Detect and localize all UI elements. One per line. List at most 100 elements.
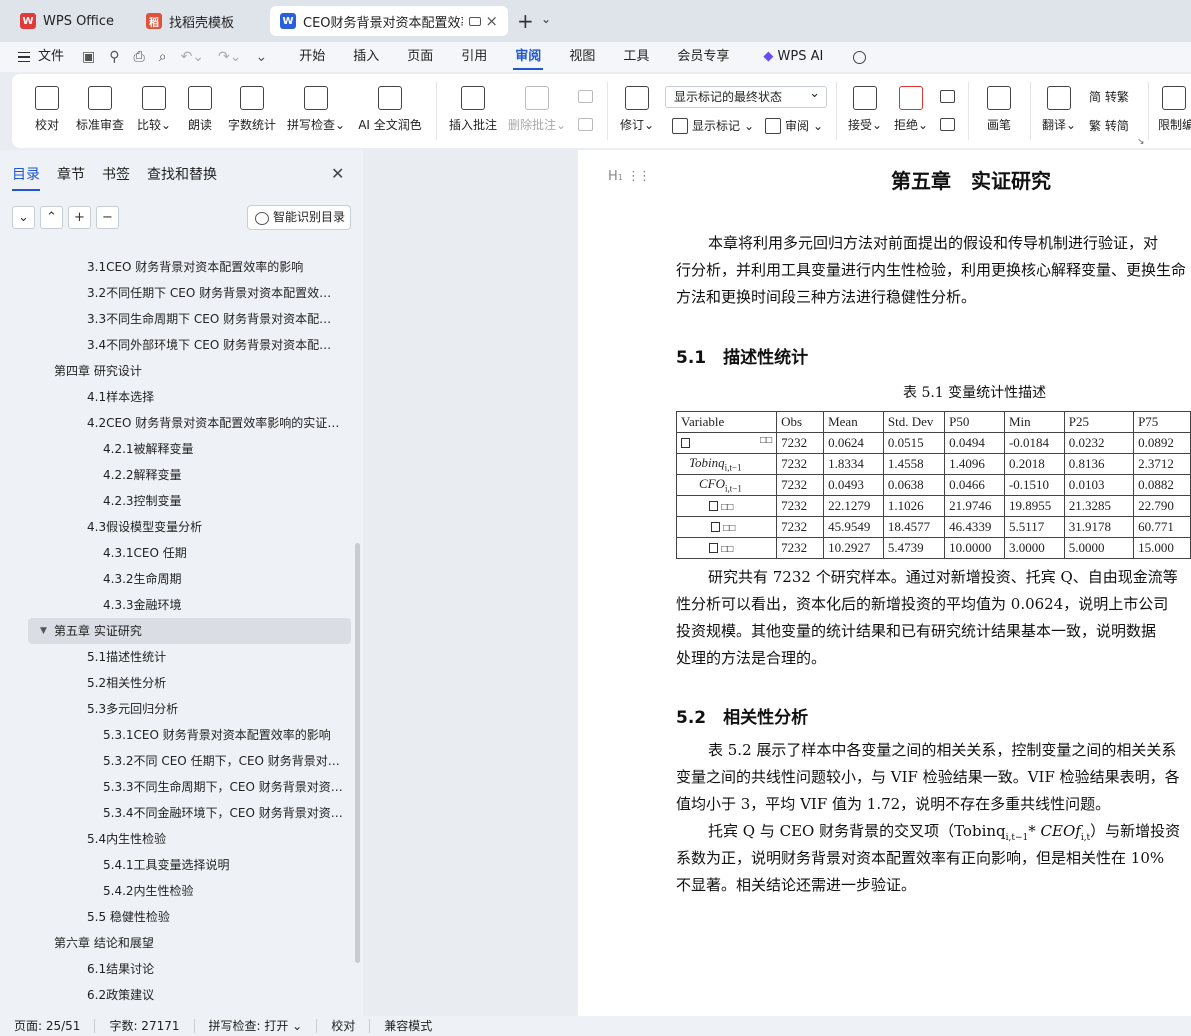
remove-heading-button[interactable]: − [96,206,119,229]
tab-toc[interactable]: 目录 [12,164,40,191]
menu-start[interactable]: 开始 [285,42,339,72]
toc-item[interactable]: ▼5.4内生性检验 [87,826,343,852]
tab-wps-office[interactable]: W WPS Office [10,6,128,36]
proofread-button[interactable]: 校对 [30,86,64,133]
toc-item[interactable]: 5.3.2不同 CEO 任期下，CEO 财务背景对资本配置效率的影响 [103,748,343,774]
expand-up-button[interactable]: ⌃ [40,206,63,229]
tab-document[interactable]: W CEO财务背景对资本配置效率 × [270,6,508,36]
toc-item[interactable]: 4.1样本选择 [87,384,343,410]
toc-item[interactable]: 5.4.2内生性检验 [103,878,343,904]
toc-item[interactable]: ▼ 第五章 实证研究 [28,618,351,644]
standard-review-button[interactable]: 标准审查 [74,86,126,133]
save-icon[interactable]: ▣ [82,49,95,65]
undo-icon[interactable]: ↶⌄ [181,49,204,65]
next-comment-icon[interactable] [578,118,593,131]
search-icon[interactable] [853,50,867,64]
word-count-button[interactable]: 字数统计 [226,86,278,133]
to-traditional-button[interactable]: 简 转繁 [1089,88,1129,105]
menu-review[interactable]: 审阅 [501,42,555,72]
tab-find-replace[interactable]: 查找和替换 [147,164,217,184]
more-chevron-icon[interactable]: ⌄ [256,49,268,65]
toc-item[interactable]: 5.5 稳健性检验 [87,904,343,930]
show-marks-button[interactable]: 显示标记 ⌄ [672,117,754,134]
proofread-indicator[interactable]: 校对 [317,1019,371,1033]
toc-item[interactable]: 3.4不同外部环境下 CEO 财务背景对资本配置效率的影响 [87,332,343,358]
reject-button[interactable]: 拒绝⌄ [892,86,930,133]
page-indicator[interactable]: 页面: 25/51 [0,1019,96,1033]
menu-page[interactable]: 页面 [393,42,447,72]
tab-list-chevron-icon[interactable]: ⌄ [541,12,551,26]
add-heading-button[interactable]: + [68,206,91,229]
spell-check-button[interactable]: 拼写检查⌄ [286,86,346,133]
toc-item[interactable]: ▼第六章 结论和展望 [54,930,343,956]
toc-item[interactable]: 4.2.3控制变量 [103,488,343,514]
previous-change-icon[interactable] [940,90,955,103]
table-cell: 2.3712 [1133,453,1191,475]
toc-item[interactable]: ▼第四章 研究设计 [54,358,343,384]
tab-chapters[interactable]: 章节 [57,164,85,184]
expand-arrow-icon[interactable]: ▼ [40,618,47,644]
toc-item[interactable]: ▼4.2CEO 财务背景对资本配置效率影响的实证模型 [87,410,343,436]
insert-comment-button[interactable]: 插入批注 [446,86,500,133]
review-pane-button[interactable]: 审阅 ⌄ [765,117,823,134]
heading-format-icon[interactable]: H1 ⋮⋮ [608,169,651,184]
toc-scrollbar[interactable] [355,543,360,963]
print-preview-icon[interactable]: ⌕ [159,49,167,65]
compare-button[interactable]: 比较⌄ [134,86,174,133]
toc-item[interactable]: 4.3.1CEO 任期 [103,540,343,566]
track-changes-button[interactable]: 修订⌄ [618,86,656,133]
close-pane-icon[interactable]: ✕ [331,164,344,183]
toc-item[interactable]: 5.3.3不同生命周期下，CEO 财务背景对资本配置效率的影响 [103,774,343,800]
menu-tools[interactable]: 工具 [609,42,663,72]
menu-insert[interactable]: 插入 [339,42,393,72]
close-tab-icon[interactable]: × [485,12,498,30]
toc-item[interactable]: 4.2.2解释变量 [103,462,343,488]
ai-polish-button[interactable]: AI 全文润色 [355,86,425,133]
collapse-all-button[interactable]: ⌄ [12,206,35,229]
restrict-editing-button[interactable]: 限制编 [1158,86,1191,133]
redo-icon[interactable]: ↷⌄ [218,49,241,65]
toc-item[interactable]: 4.3.3金融环境 [103,592,343,618]
toc-item[interactable]: ▼4.3假设模型变量分析 [87,514,343,540]
wps-ai-button[interactable]: ◆ WPS AI [749,42,837,72]
toc-item[interactable]: 5.3.4不同金融环境下，CEO 财务背景对资本配置效率的影响 [103,800,343,826]
display-mode-select[interactable]: 显示标记的最终状态 [665,84,827,108]
ribbon-expand-icon[interactable]: ↘ [1137,137,1145,147]
tab-bookmarks[interactable]: 书签 [102,164,130,184]
previous-comment-icon[interactable] [578,90,593,103]
toc-item[interactable]: ▼5.3多元回归分析 [87,696,343,722]
delete-comment-button[interactable]: 删除批注⌄ [506,86,568,133]
next-change-icon[interactable] [940,118,955,131]
word-count-indicator[interactable]: 字数: 27171 [95,1019,195,1033]
toc-item[interactable]: 3.3不同生命周期下 CEO 财务背景对资本配置效率的影响 [87,306,343,332]
new-tab-icon[interactable]: + [517,9,534,33]
hamburger-icon[interactable] [18,52,30,62]
toc-item[interactable]: 3.1CEO 财务背景对资本配置效率的影响 [87,254,343,280]
accept-button[interactable]: 接受⌄ [846,86,884,133]
to-simplified-button[interactable]: 繁 转简 [1089,117,1129,134]
show-marks-label: 显示标记 [692,119,741,133]
translate-button[interactable]: 翻译⌄ [1040,86,1078,133]
toc-item[interactable]: 4.2.1被解释变量 [103,436,343,462]
pen-button[interactable]: 画笔 [982,86,1016,133]
toc-item[interactable]: 6.1结果讨论 [87,956,343,982]
share-icon[interactable]: ⚲ [109,49,119,65]
toc-item[interactable]: 5.4.1工具变量选择说明 [103,852,343,878]
menu-reference[interactable]: 引用 [447,42,501,72]
print-icon[interactable]: ⎙ [134,49,145,65]
toc-item[interactable]: 3.2不同任期下 CEO 财务背景对资本配置效率的影响 [87,280,343,306]
toc-item[interactable]: 5.2相关性分析 [87,670,343,696]
toc-item[interactable]: 5.3.1CEO 财务背景对资本配置效率的影响 [103,722,343,748]
smart-toc-button[interactable]: 智能识别目录 [247,205,351,230]
file-menu[interactable]: 文件 [30,42,78,72]
toc-item[interactable]: 5.1描述性统计 [87,644,343,670]
menu-member[interactable]: 会员专享 [663,42,743,72]
read-aloud-button[interactable]: 朗读 [184,86,216,133]
menu-view[interactable]: 视图 [555,42,609,72]
variable-subscript: i,t−1 [725,483,742,494]
tab-docer-templates[interactable]: 稻 找稻壳模板 [136,6,264,36]
spell-check-indicator[interactable]: 拼写检查: 打开 ⌄ [195,1019,318,1033]
compat-mode-indicator[interactable]: 兼容模式 [370,1019,446,1033]
toc-item[interactable]: 6.2政策建议 [87,982,343,1008]
toc-item[interactable]: 4.3.2生命周期 [103,566,343,592]
